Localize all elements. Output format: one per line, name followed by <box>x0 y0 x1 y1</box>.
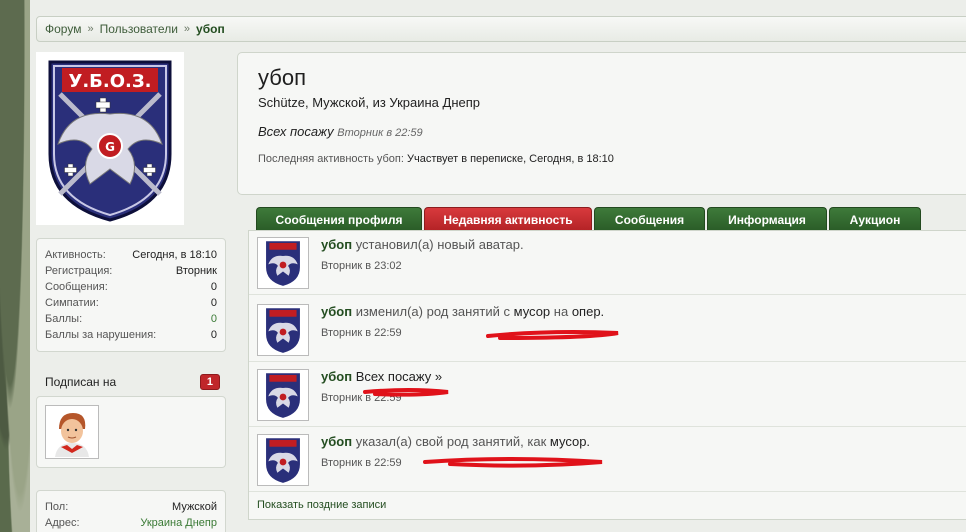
stat-label: Баллы за нарушения: <box>45 329 157 341</box>
feed-object: мусор. <box>549 434 591 449</box>
feed-user-link[interactable]: убоп <box>321 304 352 319</box>
profile-header: убоп Schütze, Мужской, из Украина Днепр … <box>237 52 966 195</box>
feed-item: убоп установил(а) новый аватар. Вторник … <box>249 231 966 295</box>
stat-value[interactable]: 0 <box>211 311 217 327</box>
stat-label: Сообщения: <box>45 281 108 293</box>
uboz-emblem-icon: У.Б.О.З. G <box>48 60 172 222</box>
svg-text:G: G <box>105 140 115 154</box>
info-label: Адрес: <box>45 517 80 529</box>
info-value[interactable]: Украина Днепр <box>140 515 217 531</box>
feed-user-link[interactable]: убоп <box>321 434 352 449</box>
feed-avatar[interactable] <box>257 434 309 486</box>
show-later-entries-link[interactable]: Показать поздние записи <box>257 499 386 511</box>
feed-item: убоп изменил(а) род занятий с мусор на о… <box>249 298 966 362</box>
profile-username: убоп <box>258 65 306 90</box>
feed-time: Вторник в 22:59 <box>321 392 402 404</box>
info-label: Пол: <box>45 501 69 513</box>
feed-status-link[interactable]: Всех посажу » <box>356 369 442 384</box>
feed-object: опер. <box>571 304 605 319</box>
tab-recent-activity[interactable]: Недавняя активность <box>424 207 592 231</box>
stat-value: Вторник <box>175 265 217 277</box>
stat-points: Баллы: 0 <box>45 311 217 327</box>
tab-profile-posts[interactable]: Сообщения профиля <box>256 207 422 231</box>
feed-body: убоп указал(а) свой род занятий, как мус… <box>321 434 590 485</box>
feed-time: Вторник в 23:02 <box>321 260 402 272</box>
tab-messages[interactable]: Сообщения <box>594 207 705 231</box>
subscribed-label: Подписан на <box>45 375 117 389</box>
stats-panel: Активность: Сегодня, в 18:10 Регистрация… <box>36 238 226 352</box>
stat-label: Регистрация: <box>45 265 113 277</box>
stat-value: 0 <box>210 297 217 309</box>
boy-avatar-icon <box>47 407 97 457</box>
feed-line: убоп установил(а) новый аватар. <box>321 237 524 252</box>
info-value: Мужской <box>172 501 217 513</box>
uboz-emblem-icon <box>266 241 300 286</box>
feed-time: Вторник в 22:59 <box>321 327 402 339</box>
stat-activity: Активность: Сегодня, в 18:10 <box>45 247 217 263</box>
feed-body: убоп изменил(а) род занятий с мусор на о… <box>321 304 604 355</box>
status-date: Вторник в 22:59 <box>337 127 423 139</box>
feed-action: на <box>553 304 569 319</box>
background-camo <box>0 0 30 532</box>
last-activity-value: Участвует в переписке, Сегодня, в 18:10 <box>407 153 614 165</box>
page: Форум » Пользователи » убоп У.Б.О.З. G А… <box>30 0 966 532</box>
following-avatar[interactable] <box>45 405 99 459</box>
profile-blurb: Schütze, Мужской, из Украина Днепр <box>258 95 956 110</box>
breadcrumb-separator: » <box>183 23 191 35</box>
stat-label: Активность: <box>45 249 106 261</box>
stat-value[interactable]: 0 <box>211 279 217 295</box>
feed-avatar[interactable] <box>257 369 309 421</box>
feed-object: мусор <box>513 304 551 319</box>
breadcrumb-separator: » <box>87 23 94 35</box>
stat-value: 0 <box>210 329 217 341</box>
feed-action: установил(а) новый аватар. <box>355 237 524 252</box>
stat-messages: Сообщения: 0 <box>45 279 217 295</box>
stat-value: Сегодня, в 18:10 <box>132 249 217 261</box>
stat-label: Баллы: <box>45 313 83 325</box>
feed-time: Вторник в 22:59 <box>321 457 402 469</box>
subscribed-count-badge[interactable]: 1 <box>199 374 220 390</box>
breadcrumb-current[interactable]: убоп <box>196 22 225 36</box>
profile-avatar[interactable]: У.Б.О.З. G <box>36 52 184 225</box>
last-activity: Последняя активность убоп: Участвует в п… <box>258 153 956 165</box>
uboz-emblem-icon <box>266 373 300 418</box>
stat-warning-points: Баллы за нарушения: 0 <box>45 327 217 343</box>
status-text: Всех посажу <box>258 124 334 139</box>
feed-action: указал(а) свой род занятий, как <box>355 434 547 449</box>
tab-auction[interactable]: Аукцион <box>829 207 921 231</box>
stat-registration: Регистрация: Вторник <box>45 263 217 279</box>
profile-tabs: Сообщения профиля Недавняя активность Со… <box>256 207 921 231</box>
feed-avatar[interactable] <box>257 237 309 289</box>
svg-text:У.Б.О.З.: У.Б.О.З. <box>68 71 151 92</box>
feed-action: изменил(а) род занятий с <box>355 304 510 319</box>
feed-item: убоп Всех посажу » Вторник в 22:59 <box>249 363 966 427</box>
breadcrumb: Форум » Пользователи » убоп <box>36 16 966 42</box>
breadcrumb-users[interactable]: Пользователи <box>100 22 178 36</box>
last-activity-label: Последняя активность убоп: <box>258 153 404 165</box>
activity-feed: убоп установил(а) новый аватар. Вторник … <box>248 230 966 520</box>
info-gender: Пол: Мужской <box>45 499 217 515</box>
feed-body: убоп установил(а) новый аватар. Вторник … <box>321 237 524 288</box>
feed-user-link[interactable]: убоп <box>321 369 352 384</box>
feed-body: убоп Всех посажу » Вторник в 22:59 <box>321 369 442 420</box>
feed-line: убоп указал(а) свой род занятий, как мус… <box>321 434 590 449</box>
stat-label: Симпатии: <box>45 297 99 309</box>
tab-information[interactable]: Информация <box>707 207 827 231</box>
profile-status: Всех посажу Вторник в 22:59 <box>258 124 956 139</box>
following-list <box>36 396 226 468</box>
uboz-emblem-icon <box>266 438 300 483</box>
feed-line: убоп изменил(а) род занятий с мусор на о… <box>321 304 604 319</box>
blurb-location[interactable]: Украина Днепр <box>389 95 480 110</box>
uboz-emblem-icon <box>266 308 300 353</box>
feed-item: убоп указал(а) свой род занятий, как мус… <box>249 428 966 492</box>
stat-likes: Симпатии: 0 <box>45 295 217 311</box>
info-panel: Пол: Мужской Адрес: Украина Днепр <box>36 490 226 532</box>
subscribed-header: Подписан на 1 <box>36 370 226 394</box>
blurb-text: Schütze, Мужской, из <box>258 95 386 110</box>
feed-user-link[interactable]: убоп <box>321 237 352 252</box>
feed-avatar[interactable] <box>257 304 309 356</box>
breadcrumb-forum[interactable]: Форум <box>45 22 81 36</box>
feed-line: убоп Всех посажу » <box>321 369 442 384</box>
info-address: Адрес: Украина Днепр <box>45 515 217 531</box>
